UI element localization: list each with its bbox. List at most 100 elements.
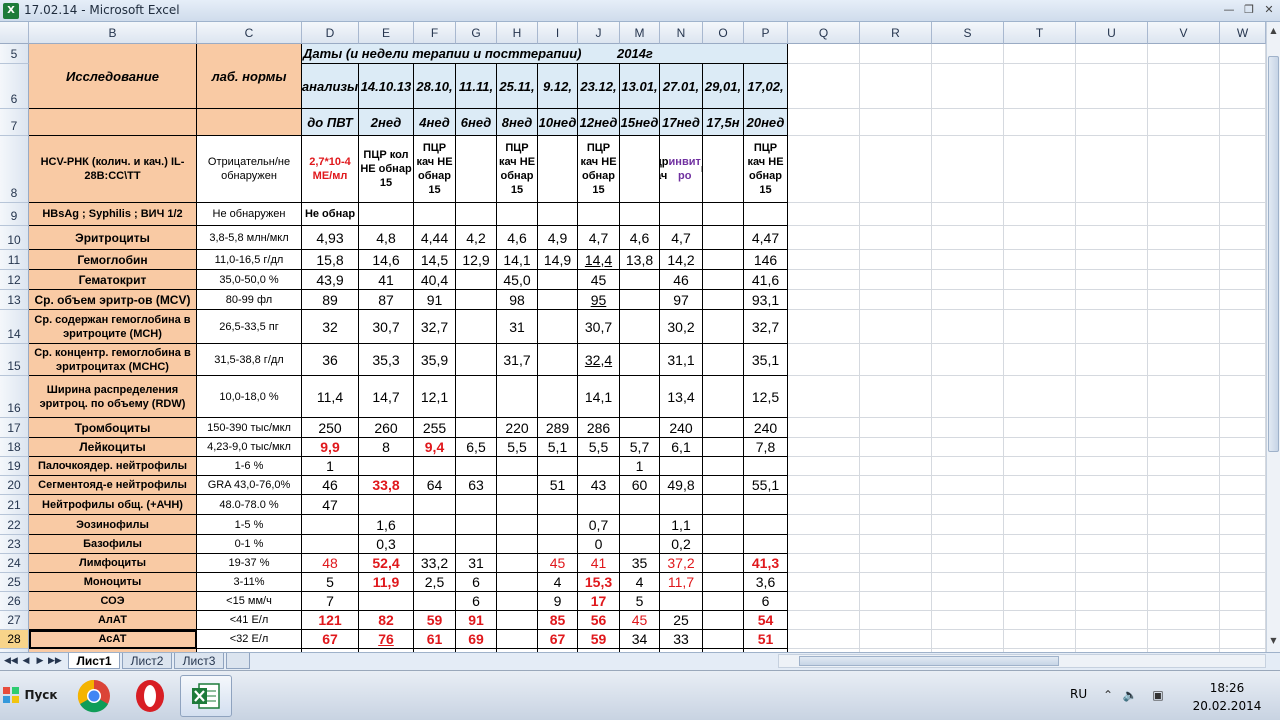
empty-cell-q14[interactable] (788, 310, 860, 344)
empty-cell-v10[interactable] (1148, 226, 1220, 250)
empty-cell-h28[interactable] (497, 630, 538, 649)
empty-cell-r24[interactable] (860, 554, 932, 573)
empty-cell-f19[interactable] (414, 457, 456, 476)
cell-d5[interactable]: Даты (и недели терапии и посттерапии) 201… (302, 44, 788, 64)
empty-cell-v22[interactable] (1148, 515, 1220, 535)
empty-cell-q8[interactable] (788, 136, 860, 203)
empty-cell-o25[interactable] (703, 573, 744, 592)
cell-e27[interactable]: 82 (359, 611, 414, 630)
empty-cell-t5[interactable] (1004, 44, 1076, 64)
cell-p15[interactable]: 35,1 (744, 344, 788, 376)
cell-c14[interactable]: 26,5-33,5 пг (197, 310, 302, 344)
empty-cell-h27[interactable] (497, 611, 538, 630)
empty-cell-o15[interactable] (703, 344, 744, 376)
empty-cell-s19[interactable] (932, 457, 1004, 476)
empty-cell-w22[interactable] (1220, 515, 1266, 535)
cell-i7[interactable]: 10нед (538, 109, 578, 136)
empty-cell-s9[interactable] (932, 203, 1004, 226)
empty-cell-u16[interactable] (1076, 376, 1148, 418)
cell-p7[interactable]: 20нед (744, 109, 788, 136)
empty-cell-w18[interactable] (1220, 438, 1266, 457)
cell-b5[interactable]: Исследование (29, 44, 197, 109)
cell-c9[interactable]: Не обнаружен (197, 203, 302, 226)
empty-cell-q23[interactable] (788, 535, 860, 554)
empty-cell-r12[interactable] (860, 270, 932, 290)
empty-cell-u28[interactable] (1076, 630, 1148, 649)
row-header-27[interactable]: 27 (0, 611, 29, 630)
empty-cell-v7[interactable] (1148, 109, 1220, 136)
empty-cell-q6[interactable] (788, 64, 860, 109)
cell-c25[interactable]: 3-11% (197, 573, 302, 592)
cell-b24[interactable]: Лимфоциты (29, 554, 197, 573)
empty-cell-v26[interactable] (1148, 592, 1220, 611)
cell-c16[interactable]: 10,0-18,0 % (197, 376, 302, 418)
empty-cell-t13[interactable] (1004, 290, 1076, 310)
cell-c28[interactable]: <32 Е/л (197, 630, 302, 649)
empty-cell-s20[interactable] (932, 476, 1004, 495)
column-header-e[interactable]: E (359, 22, 414, 44)
cell-b25[interactable]: Моноциты (29, 573, 197, 592)
cell-f8[interactable]: ПЦР кач НЕ обнар 15 (414, 136, 456, 203)
empty-cell-i16[interactable] (538, 376, 578, 418)
empty-cell-h19[interactable] (497, 457, 538, 476)
excel-app-icon[interactable]: X (3, 3, 19, 19)
empty-cell-v15[interactable] (1148, 344, 1220, 376)
cell-p13[interactable]: 93,1 (744, 290, 788, 310)
empty-cell-u5[interactable] (1076, 44, 1148, 64)
cell-m11[interactable]: 13,8 (620, 250, 660, 270)
empty-cell-h16[interactable] (497, 376, 538, 418)
empty-cell-s17[interactable] (932, 418, 1004, 438)
empty-cell-o21[interactable] (703, 495, 744, 515)
cell-b18[interactable]: Лейкоциты (29, 438, 197, 457)
cell-c20[interactable]: GRA 43,0-76,0% (197, 476, 302, 495)
empty-cell-v14[interactable] (1148, 310, 1220, 344)
row-header-11[interactable]: 11 (0, 250, 29, 270)
cell-j16[interactable]: 14,1 (578, 376, 620, 418)
cell-j15[interactable]: 32,4 (578, 344, 620, 376)
empty-cell-g19[interactable] (456, 457, 497, 476)
empty-cell-i8[interactable] (538, 136, 578, 203)
cell-c26[interactable]: <15 мм/ч (197, 592, 302, 611)
column-header-i[interactable]: I (538, 22, 578, 44)
cell-c8[interactable]: Отрицательн/не обнаружен (197, 136, 302, 203)
empty-cell-s25[interactable] (932, 573, 1004, 592)
empty-cell-r8[interactable] (860, 136, 932, 203)
empty-cell-m12[interactable] (620, 270, 660, 290)
column-header-d[interactable]: D (302, 22, 359, 44)
cell-j8[interactable]: ПЦР кач НЕ обнар 15 (578, 136, 620, 203)
empty-cell-w15[interactable] (1220, 344, 1266, 376)
cell-c11[interactable]: 11,0-16,5 г/дл (197, 250, 302, 270)
cell-p12[interactable]: 41,6 (744, 270, 788, 290)
cell-f14[interactable]: 32,7 (414, 310, 456, 344)
cell-n27[interactable]: 25 (660, 611, 703, 630)
empty-cell-o22[interactable] (703, 515, 744, 535)
cell-g6[interactable]: 11.11, (456, 64, 497, 109)
empty-cell-q25[interactable] (788, 573, 860, 592)
cell-e11[interactable]: 14,6 (359, 250, 414, 270)
cell-i25[interactable]: 4 (538, 573, 578, 592)
cell-p16[interactable]: 12,5 (744, 376, 788, 418)
cell-c19[interactable]: 1-6 % (197, 457, 302, 476)
cell-d20[interactable]: 46 (302, 476, 359, 495)
worksheet-grid[interactable]: BCDEFGHIJMNOPQRSTUVW 5 Исследование лаб. н… (0, 22, 1266, 652)
cell-d8[interactable]: 2,7*10-4 МЕ/мл (302, 136, 359, 203)
empty-cell-w28[interactable] (1220, 630, 1266, 649)
empty-cell-t21[interactable] (1004, 495, 1076, 515)
cell-n6[interactable]: 27.01, (660, 64, 703, 109)
empty-cell-r26[interactable] (860, 592, 932, 611)
cell-d6[interactable]: анализы (302, 64, 359, 109)
empty-cell-q10[interactable] (788, 226, 860, 250)
cell-p8[interactable]: ПЦР кач НЕ обнар 15 (744, 136, 788, 203)
empty-cell-r10[interactable] (860, 226, 932, 250)
row-header-16[interactable]: 16 (0, 376, 29, 418)
empty-cell-u22[interactable] (1076, 515, 1148, 535)
column-header-h[interactable]: H (497, 22, 538, 44)
empty-cell-p23[interactable] (744, 535, 788, 554)
empty-cell-m9[interactable] (620, 203, 660, 226)
cell-d9[interactable]: Не обнар (302, 203, 359, 226)
empty-cell-q16[interactable] (788, 376, 860, 418)
empty-cell-u24[interactable] (1076, 554, 1148, 573)
empty-cell-e26[interactable] (359, 592, 414, 611)
cell-n14[interactable]: 30,2 (660, 310, 703, 344)
empty-cell-s13[interactable] (932, 290, 1004, 310)
